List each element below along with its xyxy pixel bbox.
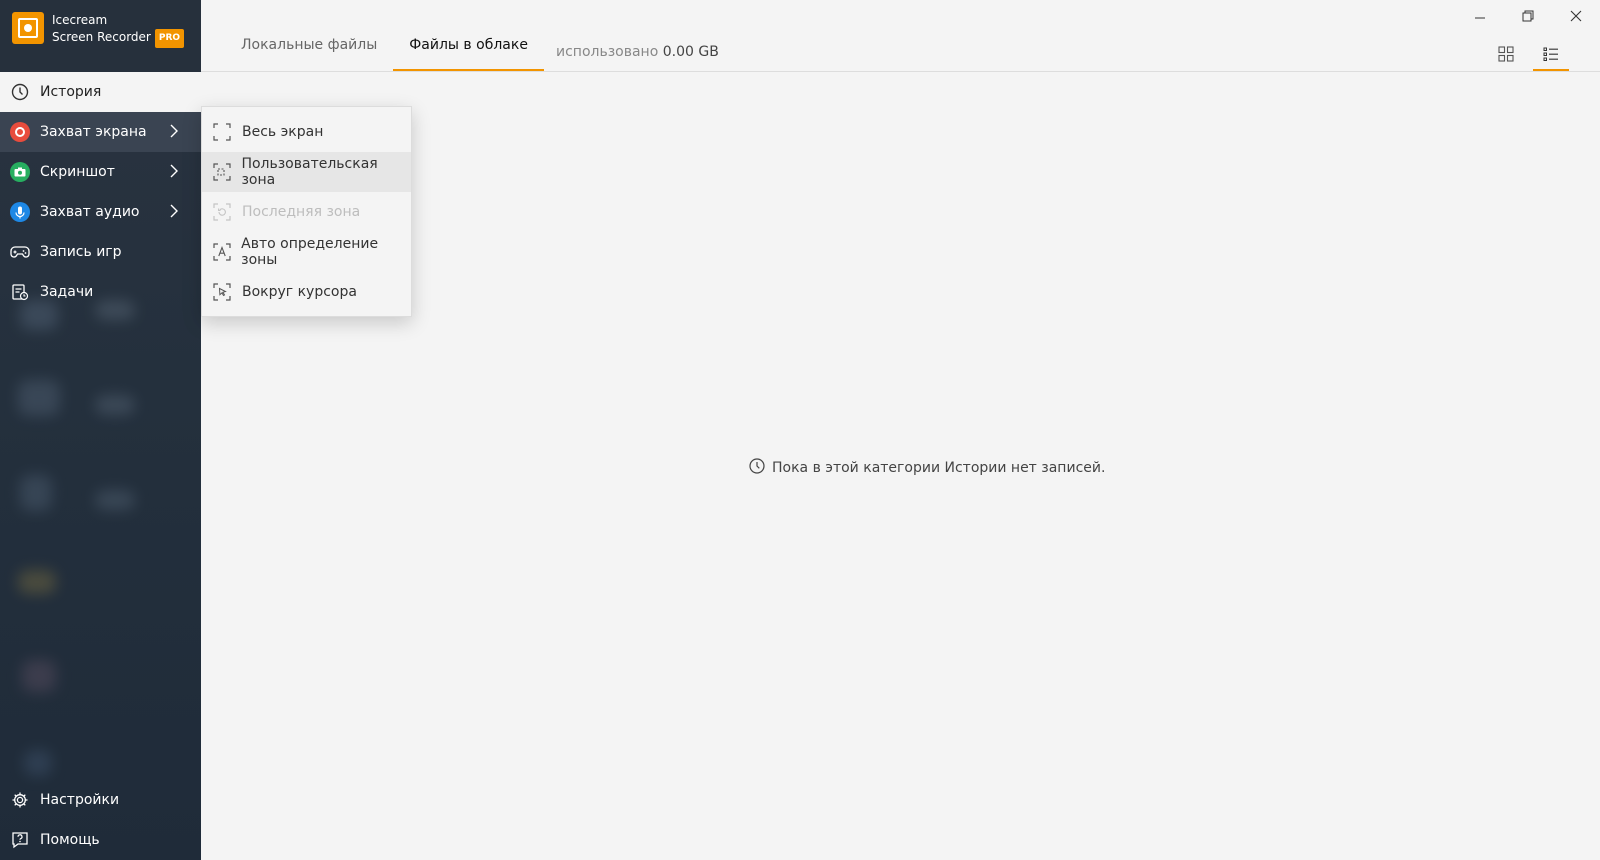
menu-item-label: Последняя зона: [242, 204, 361, 220]
grid-view-icon: [1498, 46, 1514, 62]
chevron-right-icon: [169, 204, 179, 222]
background-blur: [22, 660, 56, 692]
app-name: Icecream Screen Recorder PRO: [52, 12, 185, 48]
chevron-right-icon: [169, 124, 179, 142]
grid-view-button[interactable]: [1488, 38, 1524, 70]
background-blur: [18, 570, 56, 594]
list-view-button[interactable]: [1533, 38, 1569, 71]
sidebar-nav: История Захват экрана Скриншот Захват ау…: [0, 72, 201, 312]
pro-badge: PRO: [154, 29, 185, 48]
storage-usage: использовано 0.00 GB: [556, 44, 719, 60]
clock-icon: [10, 82, 30, 102]
background-blur: [95, 490, 135, 510]
sidebar-item-tasks[interactable]: Задачи: [0, 272, 201, 312]
close-button[interactable]: [1552, 0, 1600, 32]
sidebar-item-label: Запись игр: [40, 244, 122, 260]
app-logo-area: Icecream Screen Recorder PRO: [0, 0, 201, 72]
background-blur: [24, 750, 52, 776]
menu-item-auto-detect-area[interactable]: Авто определение зоны: [202, 232, 411, 272]
storage-usage-value: 0.00 GB: [662, 44, 719, 60]
cursor-area-icon: [212, 282, 232, 302]
tab-cloud-files[interactable]: Файлы в облаке: [393, 35, 544, 71]
screen-capture-submenu: Весь экран Пользовательская зона Последн…: [201, 106, 412, 317]
menu-item-fullscreen[interactable]: Весь экран: [202, 112, 411, 152]
file-tabs: Локальные файлы Файлы в облаке: [225, 35, 544, 71]
menu-item-label: Пользовательская зона: [241, 156, 378, 188]
minimize-icon: [1475, 17, 1485, 19]
sidebar-item-screen-capture[interactable]: Захват экрана: [0, 112, 201, 152]
fullscreen-icon: [212, 122, 232, 142]
gamepad-icon: [10, 242, 30, 262]
sidebar-item-label: Настройки: [40, 792, 120, 808]
sidebar-item-label: Скриншот: [40, 164, 115, 180]
close-icon: [1570, 10, 1582, 22]
last-area-icon: [212, 202, 232, 222]
sidebar-item-label: Захват аудио: [40, 204, 140, 220]
microphone-icon: [10, 202, 30, 222]
tasks-icon: [10, 282, 30, 302]
menu-item-custom-area[interactable]: Пользовательская зона: [202, 152, 411, 192]
app-name-line1: Icecream: [52, 13, 108, 27]
tab-local-files[interactable]: Локальные файлы: [225, 35, 393, 71]
sidebar-item-screenshot[interactable]: Скриншот: [0, 152, 201, 192]
sidebar-item-game-recording[interactable]: Запись игр: [0, 232, 201, 272]
background-blur: [20, 475, 52, 511]
sidebar-item-label: Помощь: [40, 832, 100, 848]
minimize-button[interactable]: [1456, 0, 1504, 32]
menu-item-label: Авто определение зоны: [241, 236, 379, 268]
chevron-right-icon: [169, 164, 179, 182]
gear-icon: [10, 790, 30, 810]
list-view-icon: [1543, 47, 1558, 61]
sidebar-item-label: Захват экрана: [40, 124, 147, 140]
menu-item-around-cursor[interactable]: Вокруг курсора: [202, 272, 411, 312]
header-divider: [201, 71, 1600, 72]
restore-button[interactable]: [1504, 0, 1552, 32]
menu-item-label: Вокруг курсора: [242, 284, 357, 300]
empty-state: Пока в этой категории Истории нет записе…: [749, 458, 1105, 478]
empty-state-message: Пока в этой категории Истории нет записе…: [772, 460, 1106, 476]
help-icon: [10, 830, 30, 850]
sidebar-item-settings[interactable]: Настройки: [0, 780, 201, 820]
sidebar-item-audio-capture[interactable]: Захват аудио: [0, 192, 201, 232]
custom-area-icon: [212, 162, 231, 182]
app-name-line2: Screen Recorder: [52, 30, 151, 44]
sidebar-bottom-nav: Настройки Помощь: [0, 780, 201, 860]
sidebar-item-history[interactable]: История: [0, 72, 201, 112]
clock-icon: [749, 458, 765, 478]
record-icon: [10, 122, 30, 142]
restore-icon: [1522, 10, 1534, 22]
menu-item-label: Весь экран: [242, 124, 324, 140]
menu-item-last-area[interactable]: Последняя зона: [202, 192, 411, 232]
background-blur: [95, 395, 135, 415]
sidebar-item-label: Задачи: [40, 284, 94, 300]
app-logo-icon: [12, 12, 44, 44]
sidebar-item-label: История: [40, 84, 102, 100]
storage-usage-label: использовано: [556, 44, 659, 60]
camera-icon: [10, 162, 30, 182]
background-blur: [18, 380, 60, 416]
window-controls: [1456, 0, 1600, 32]
auto-detect-icon: [212, 242, 231, 262]
sidebar-item-help[interactable]: Помощь: [0, 820, 201, 860]
sidebar: Icecream Screen Recorder PRO История Захв…: [0, 0, 201, 860]
